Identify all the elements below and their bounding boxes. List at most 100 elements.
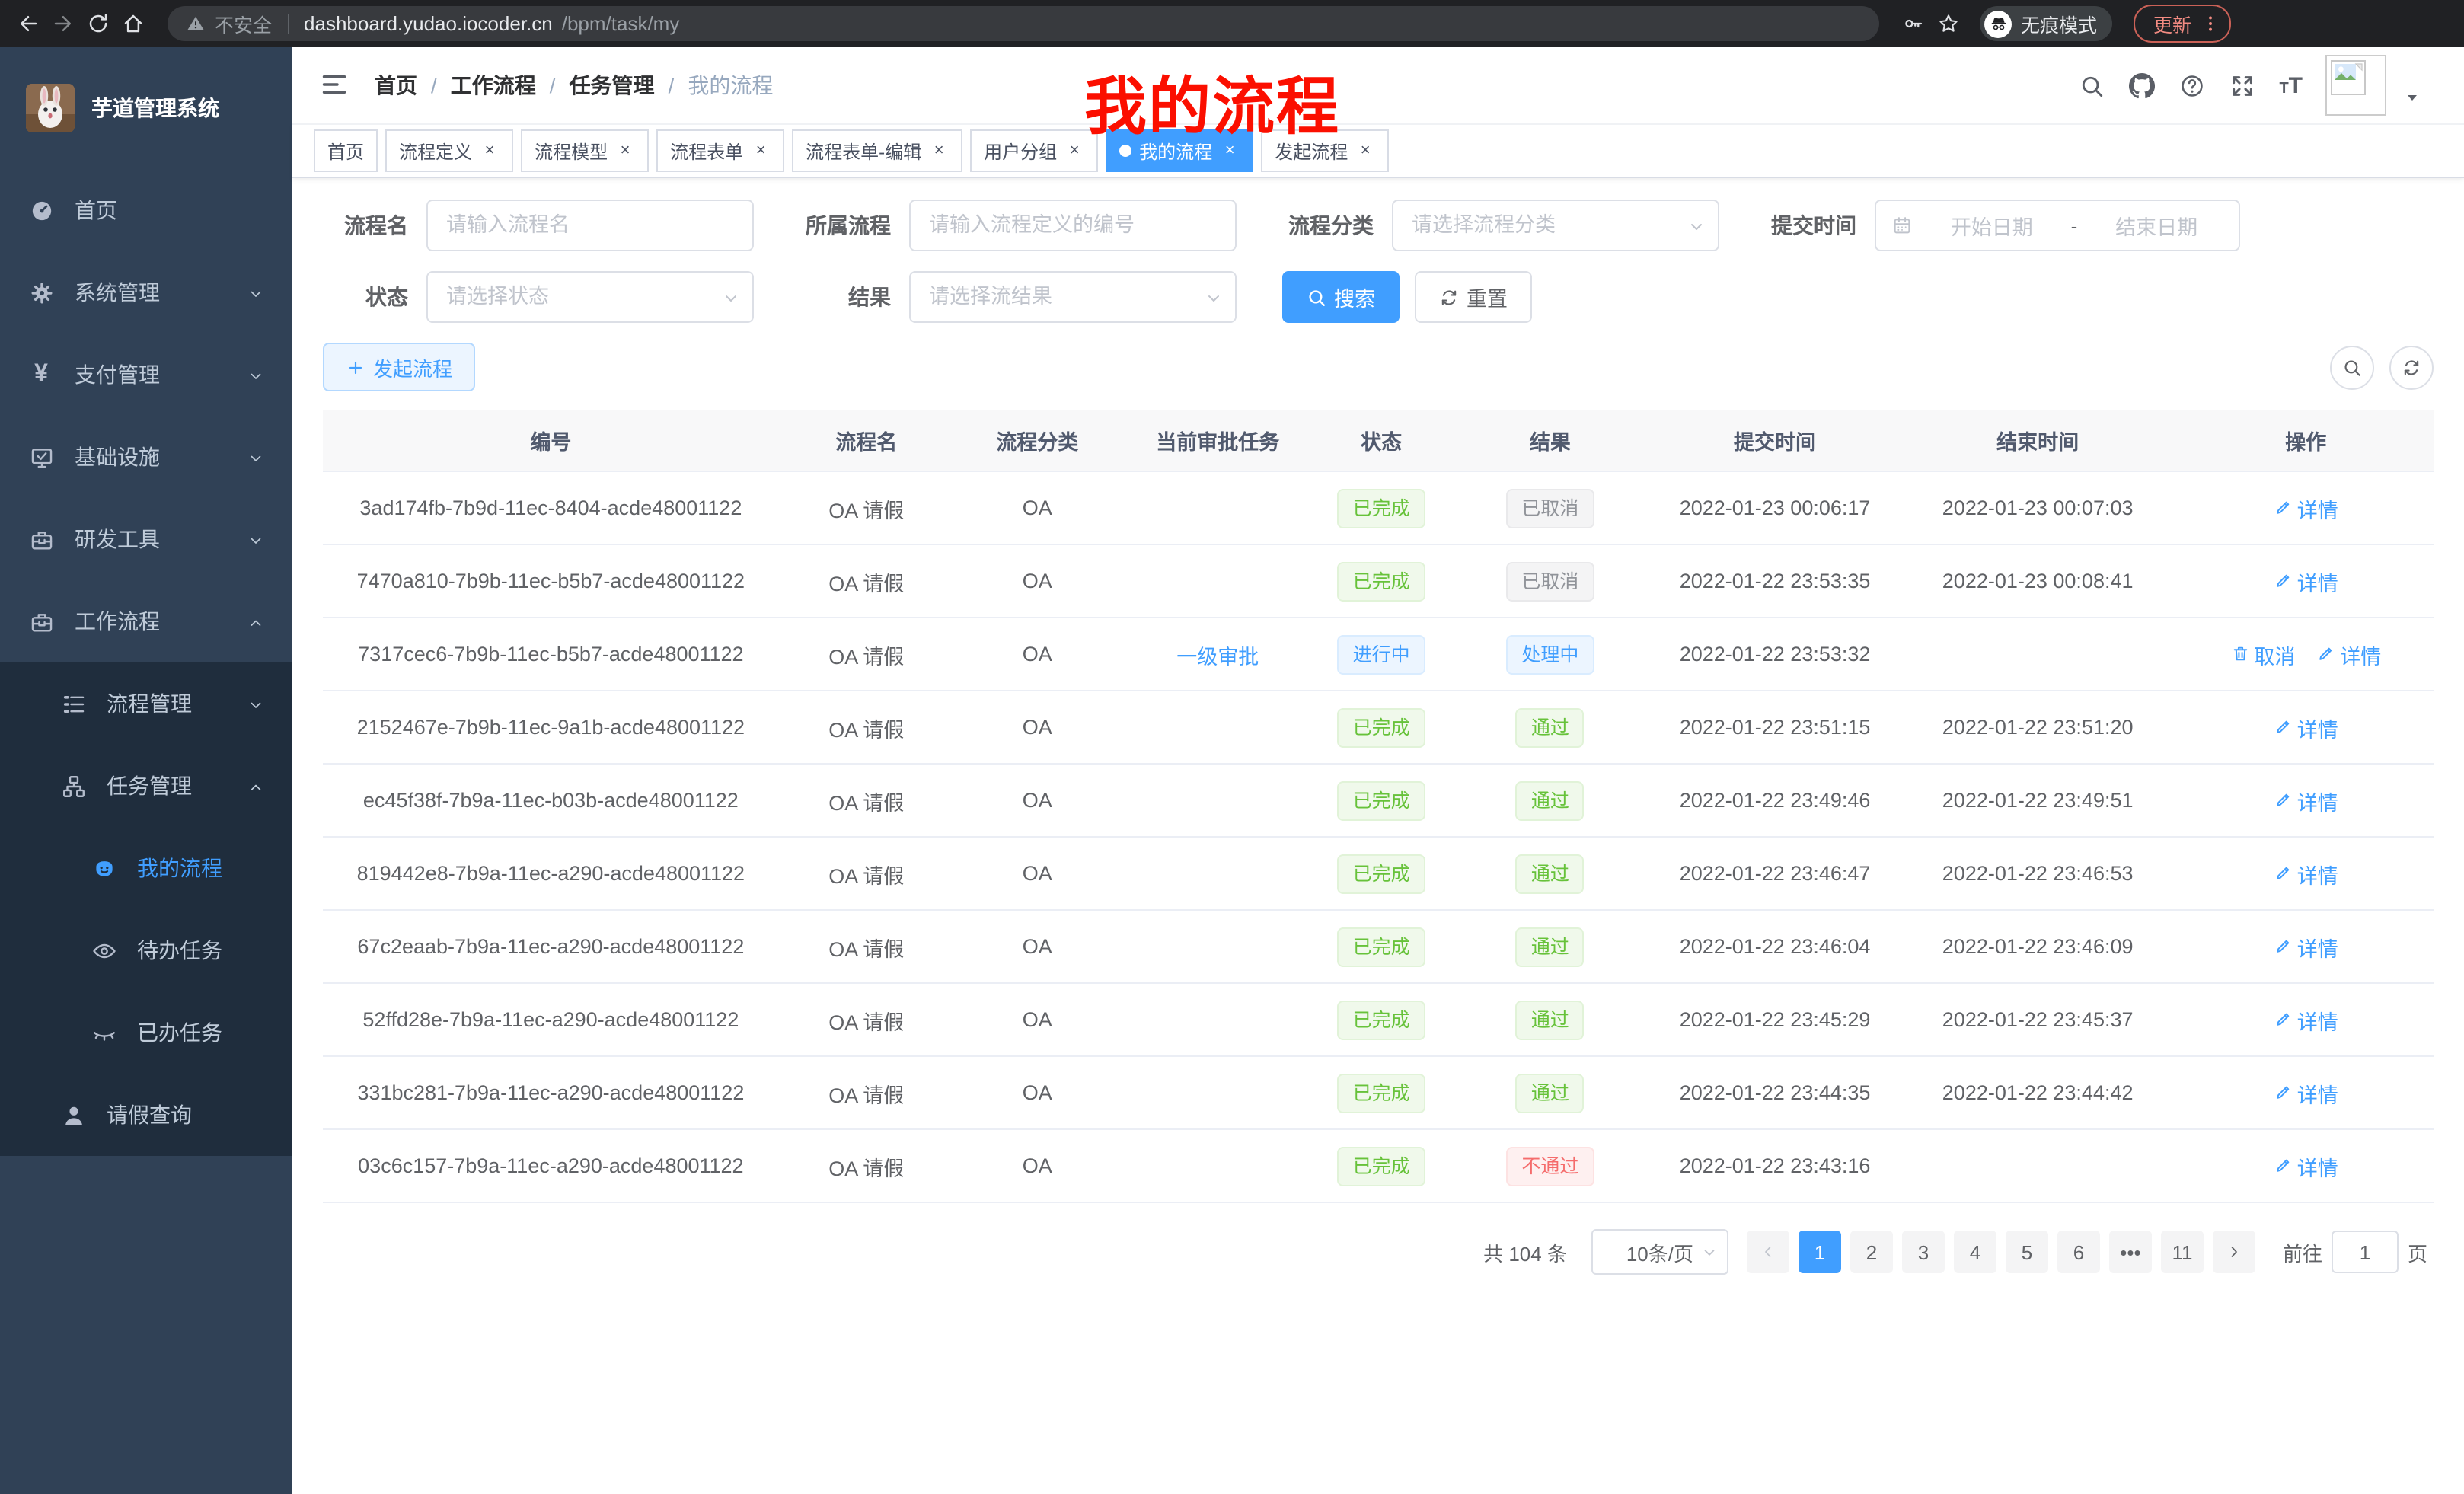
detail-action-link[interactable]: 详情 <box>2274 785 2338 816</box>
tab-close-icon[interactable]: × <box>751 141 771 161</box>
detail-action-link[interactable]: 详情 <box>2274 493 2338 523</box>
tab-4[interactable]: 流程表单-编辑× <box>792 129 962 172</box>
github-icon[interactable] <box>2128 72 2156 99</box>
tab-0[interactable]: 首页 <box>314 129 378 172</box>
page-button-3[interactable]: 3 <box>1902 1231 1945 1273</box>
submit-time-range-picker[interactable]: 开始日期 - 结束日期 <box>1875 200 2240 251</box>
page-button-6[interactable]: 6 <box>2057 1231 2100 1273</box>
page-button-1[interactable]: 1 <box>1799 1231 1841 1273</box>
tab-close-icon[interactable]: × <box>1064 141 1084 161</box>
cell-actions: 详情 <box>2178 691 2434 764</box>
incognito-badge: 无痕模式 <box>1980 6 2112 41</box>
navbar-actions: TT <box>2078 55 2443 116</box>
current-task-link[interactable]: 一级审批 <box>1176 645 1259 668</box>
sidebar-item-10[interactable]: 已办任务 <box>0 991 292 1074</box>
detail-action-link[interactable]: 详情 <box>2274 931 2338 962</box>
caret-down-icon[interactable] <box>2403 87 2421 105</box>
screen: 不安全 dashboard.yudao.iocoder.cn/bpm/task/… <box>0 0 2464 1494</box>
tab-1[interactable]: 流程定义 × <box>385 129 513 172</box>
goto-page-input[interactable] <box>2332 1231 2399 1273</box>
help-icon[interactable] <box>2178 72 2206 99</box>
sidebar-item-label: 系统管理 <box>75 277 160 308</box>
reload-icon[interactable] <box>85 11 111 37</box>
fullscreen-icon[interactable] <box>2229 72 2256 99</box>
cell-current-task <box>1121 691 1315 764</box>
menu-dots-icon[interactable] <box>2201 14 2220 34</box>
forward-icon[interactable] <box>50 11 76 37</box>
cell-process-name: OA 请假 <box>779 618 954 691</box>
sidebar-item-3[interactable]: 基础设施 <box>0 416 292 498</box>
key-icon[interactable] <box>1901 11 1926 37</box>
sidebar-item-7[interactable]: 任务管理 <box>0 745 292 827</box>
sidebar-item-1[interactable]: 系统管理 <box>0 251 292 334</box>
pager: 123456•••11 <box>1747 1231 2255 1273</box>
url-bar[interactable]: 不安全 dashboard.yudao.iocoder.cn/bpm/task/… <box>168 6 1879 41</box>
column-header: 流程分类 <box>954 410 1121 471</box>
edit-icon <box>2274 864 2293 883</box>
home-icon[interactable] <box>120 11 146 37</box>
more-pages-button[interactable]: ••• <box>2109 1231 2152 1273</box>
tab-3[interactable]: 流程表单× <box>656 129 784 172</box>
page-button-2[interactable]: 2 <box>1850 1231 1893 1273</box>
sidebar-item-4[interactable]: 研发工具 <box>0 498 292 580</box>
sidebar-item-5[interactable]: 工作流程 <box>0 580 292 662</box>
sidebar-item-2[interactable]: ¥支付管理 <box>0 334 292 416</box>
sidebar-item-11[interactable]: 请假查询 <box>0 1074 292 1156</box>
detail-action-link[interactable]: 详情 <box>2274 1077 2338 1108</box>
search-icon[interactable] <box>2078 72 2105 99</box>
avatar[interactable] <box>2325 55 2386 116</box>
prev-page-button[interactable] <box>1747 1231 1789 1273</box>
detail-action-link[interactable]: 详情 <box>2316 639 2381 669</box>
sidebar-item-9[interactable]: 待办任务 <box>0 909 292 991</box>
breadcrumb-item[interactable]: 首页 <box>375 70 417 101</box>
edit-icon <box>2274 499 2293 518</box>
reset-button[interactable]: 重置 <box>1415 271 1532 323</box>
process-name-input[interactable] <box>426 200 754 251</box>
cell-submit-time: 2022-01-22 23:46:04 <box>1652 910 1897 983</box>
detail-action-link[interactable]: 详情 <box>2274 858 2338 889</box>
tab-5[interactable]: 用户分组× <box>970 129 1098 172</box>
detail-action-link[interactable]: 详情 <box>2274 1004 2338 1035</box>
navbar: 首页/工作流程/任务管理/我的流程 TT <box>292 47 2464 125</box>
tab-close-icon[interactable]: × <box>929 141 949 161</box>
page-button-5[interactable]: 5 <box>2006 1231 2048 1273</box>
status-select[interactable] <box>426 271 754 323</box>
create-process-button[interactable]: 发起流程 <box>323 343 475 391</box>
sidebar-item-label: 请假查询 <box>107 1100 192 1130</box>
sidebar-item-6[interactable]: 流程管理 <box>0 662 292 745</box>
sidebar-item-0[interactable]: 首页 <box>0 169 292 251</box>
sidebar-item-8[interactable]: 我的流程 <box>0 827 292 909</box>
page-size-select[interactable]: 10条/页 <box>1591 1229 1728 1275</box>
incognito-label: 无痕模式 <box>2021 9 2097 38</box>
star-icon[interactable] <box>1936 11 1961 37</box>
font-size-icon[interactable]: TT <box>2279 72 2303 98</box>
refresh-table-button[interactable] <box>2389 345 2434 389</box>
process-category-select[interactable] <box>1392 200 1719 251</box>
cancel-action-link[interactable]: 取消 <box>2230 639 2295 669</box>
status-badge: 已完成 <box>1338 561 1425 601</box>
submit-time-label: 提交时间 <box>1728 210 1875 241</box>
page-button-11[interactable]: 11 <box>2161 1231 2204 1273</box>
tab-close-icon[interactable]: × <box>615 141 635 161</box>
page-button-4[interactable]: 4 <box>1954 1231 1996 1273</box>
process-definition-input[interactable] <box>909 200 1237 251</box>
incognito-icon <box>1984 10 2012 37</box>
breadcrumb-item[interactable]: 工作流程 <box>451 70 536 101</box>
tab-label: 流程定义 <box>399 138 472 164</box>
result-select[interactable] <box>909 271 1237 323</box>
search-button[interactable]: 搜索 <box>1282 271 1400 323</box>
update-button[interactable]: 更新 <box>2134 5 2231 43</box>
detail-action-link[interactable]: 详情 <box>2274 712 2338 742</box>
tab-2[interactable]: 流程模型× <box>521 129 649 172</box>
detail-action-link[interactable]: 详情 <box>2274 1151 2338 1181</box>
back-icon[interactable] <box>15 11 41 37</box>
tab-close-icon[interactable]: × <box>480 141 500 161</box>
show-search-button[interactable] <box>2330 345 2374 389</box>
detail-action-link[interactable]: 详情 <box>2274 566 2338 596</box>
breadcrumb-item[interactable]: 任务管理 <box>570 70 655 101</box>
action-label: 详情 <box>2297 858 2338 889</box>
hamburger-icon[interactable] <box>320 70 350 101</box>
pagination-total: 共 104 条 <box>1483 1237 1567 1266</box>
next-page-button[interactable] <box>2213 1231 2255 1273</box>
tab-close-icon[interactable]: × <box>1355 141 1375 161</box>
